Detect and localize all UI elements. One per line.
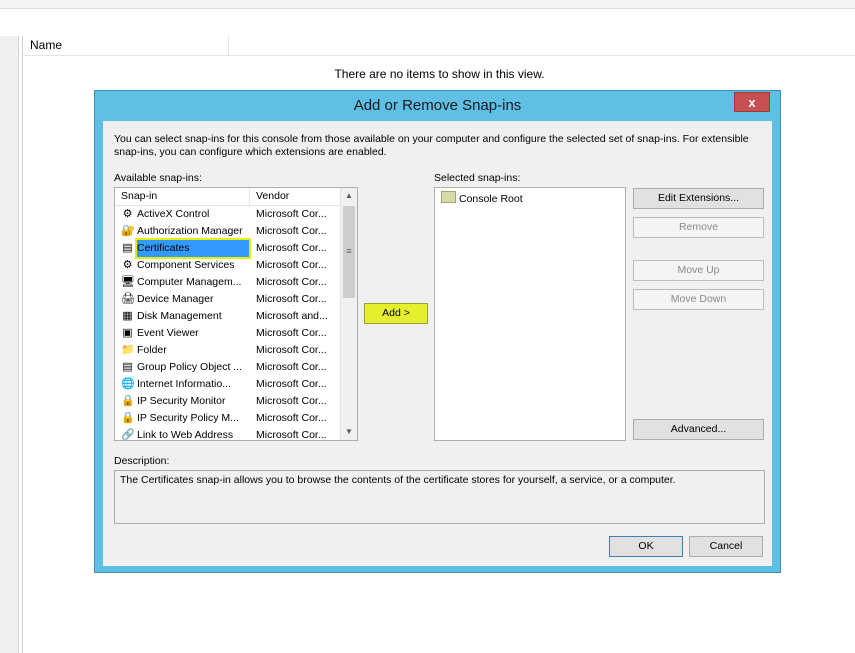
description-text: The Certificates snap-in allows you to b… — [120, 474, 676, 486]
add-remove-snapins-dialog: Add or Remove Snap-ins x You can select … — [94, 90, 781, 573]
snapin-vendor: Microsoft Cor... — [256, 361, 327, 373]
folder-icon — [441, 191, 456, 203]
scroll-thumb[interactable]: ≡ — [343, 206, 355, 298]
snapin-name: IP Security Policy M... — [137, 412, 239, 424]
snapin-name: IP Security Monitor — [137, 395, 226, 407]
snapin-row[interactable]: 🖥 Computer Managem... Microsoft Cor... — [115, 274, 341, 291]
snapin-vendor: Microsoft Cor... — [256, 259, 327, 271]
add-button[interactable]: Add > — [364, 303, 428, 324]
remove-button[interactable]: Remove — [633, 217, 764, 238]
empty-view-message: There are no items to show in this view. — [334, 67, 545, 81]
description-box: The Certificates snap-in allows you to b… — [114, 470, 765, 524]
snapin-name: ActiveX Control — [137, 208, 210, 220]
snapin-vendor: Microsoft Cor... — [256, 242, 327, 254]
console-tree-pane[interactable] — [0, 36, 19, 653]
scroll-up-icon[interactable]: ▲ — [341, 188, 357, 204]
snapin-row[interactable]: ⚙ Component Services Microsoft Cor... — [115, 257, 341, 274]
edit-extensions-button[interactable]: Edit Extensions... — [633, 188, 764, 209]
link-icon: 🔗 — [121, 429, 135, 441]
results-header: Name — [23, 36, 855, 56]
snapin-name: Folder — [137, 344, 167, 356]
scroll-down-icon[interactable]: ▼ — [341, 424, 357, 440]
snapin-vendor: Microsoft Cor... — [256, 276, 327, 288]
list-header: Snap-in Vendor — [115, 188, 341, 206]
snapin-name: Computer Managem... — [137, 276, 242, 288]
snapin-vendor: Microsoft and... — [256, 310, 328, 322]
advanced-button[interactable]: Advanced... — [633, 419, 764, 440]
column-header-name[interactable]: Name — [23, 36, 229, 55]
snapin-vendor: Microsoft Cor... — [256, 429, 327, 441]
component-services-icon: ⚙ — [122, 259, 133, 271]
dialog-title: Add or Remove Snap-ins — [353, 97, 522, 114]
authorization-icon: 🔐 — [121, 225, 135, 237]
cancel-button[interactable]: Cancel — [689, 536, 763, 557]
snapin-row[interactable]: 📁 Folder Microsoft Cor... — [115, 342, 341, 359]
snapin-vendor: Microsoft Cor... — [256, 293, 327, 305]
snapin-row[interactable]: 🔗 Link to Web Address Microsoft Cor... — [115, 427, 341, 441]
snapin-rows: ⚙ ActiveX Control Microsoft Cor... 🔐 Authori… — [115, 206, 341, 441]
intro-text: You can select snap-ins for this console… — [114, 133, 749, 158]
snapin-vendor: Microsoft Cor... — [256, 412, 327, 424]
snapin-vendor: Microsoft Cor... — [256, 395, 327, 407]
dialog-body: You can select snap-ins for this console… — [103, 121, 772, 566]
event-viewer-icon: ▣ — [122, 327, 133, 339]
snapin-vendor: Microsoft Cor... — [256, 378, 327, 390]
snapin-vendor: Microsoft Cor... — [256, 344, 327, 356]
snapin-vendor: Microsoft Cor... — [256, 225, 327, 237]
close-button[interactable]: x — [734, 92, 770, 112]
snapin-name: Disk Management — [137, 310, 222, 322]
column-vendor[interactable]: Vendor — [250, 188, 341, 205]
group-policy-icon: ▤ — [122, 361, 133, 373]
disk-management-icon: ▦ — [122, 310, 133, 322]
move-down-button[interactable]: Move Down — [633, 289, 764, 310]
snapin-name: Link to Web Address — [137, 429, 234, 441]
snapin-row[interactable]: 🖨 Device Manager Microsoft Cor... — [115, 291, 341, 308]
computer-management-icon: 🖥 — [121, 276, 135, 288]
certificates-icon: ▤ — [122, 242, 133, 254]
device-manager-icon: 🖨 — [121, 293, 135, 305]
snapin-row[interactable]: ▤ Certificates Microsoft Cor... — [115, 240, 341, 257]
snapin-row[interactable]: ⚙ ActiveX Control Microsoft Cor... — [115, 206, 341, 223]
snapin-row[interactable]: ▣ Event Viewer Microsoft Cor... — [115, 325, 341, 342]
ip-security-icon: 🔒 — [121, 412, 135, 424]
snapin-vendor: Microsoft Cor... — [256, 327, 327, 339]
selected-snapins-label: Selected snap-ins: — [434, 172, 521, 184]
snapin-row[interactable]: 🔐 Authorization Manager Microsoft Cor... — [115, 223, 341, 240]
vertical-scrollbar[interactable]: ▲ ≡ ▼ — [340, 188, 357, 440]
snapin-name: Authorization Manager — [137, 225, 243, 237]
iis-icon: 🌐 — [121, 378, 135, 390]
selected-item-label: Console Root — [459, 193, 523, 205]
description-label: Description: — [114, 455, 170, 467]
snapin-name: Event Viewer — [137, 327, 199, 339]
selected-snapins-list[interactable]: Console Root — [434, 187, 626, 441]
snapin-row[interactable]: 🔒 IP Security Policy M... Microsoft Cor... — [115, 410, 341, 427]
move-up-button[interactable]: Move Up — [633, 260, 764, 281]
ip-security-icon: 🔒 — [121, 395, 135, 407]
snapin-row[interactable]: 🌐 Internet Informatio... Microsoft Cor... — [115, 376, 341, 393]
activex-icon: ⚙ — [122, 208, 133, 220]
snapin-name: Device Manager — [137, 293, 214, 305]
snapin-name: Component Services — [137, 259, 235, 271]
selected-item-console-root[interactable]: Console Root — [441, 191, 523, 207]
available-snapins-list[interactable]: Snap-in Vendor ⚙ ActiveX Control Microsoft… — [114, 187, 358, 441]
snapin-name: Group Policy Object ... — [137, 361, 243, 373]
available-snapins-label: Available snap-ins: — [114, 172, 202, 184]
snapin-vendor: Microsoft Cor... — [256, 208, 327, 220]
scroll-grip-icon: ≡ — [346, 246, 352, 256]
folder-icon: 📁 — [121, 344, 135, 356]
close-icon: x — [748, 95, 756, 110]
snapin-row[interactable]: ▤ Group Policy Object ... Microsoft Cor... — [115, 359, 341, 376]
column-snapin[interactable]: Snap-in — [115, 188, 250, 205]
snapin-row[interactable]: 🔒 IP Security Monitor Microsoft Cor... — [115, 393, 341, 410]
snapin-name: Internet Informatio... — [137, 378, 231, 390]
window-top-strip — [0, 0, 855, 9]
ok-button[interactable]: OK — [609, 536, 683, 557]
snapin-row[interactable]: ▦ Disk Management Microsoft and... — [115, 308, 341, 325]
snapin-name: Certificates — [137, 240, 249, 257]
